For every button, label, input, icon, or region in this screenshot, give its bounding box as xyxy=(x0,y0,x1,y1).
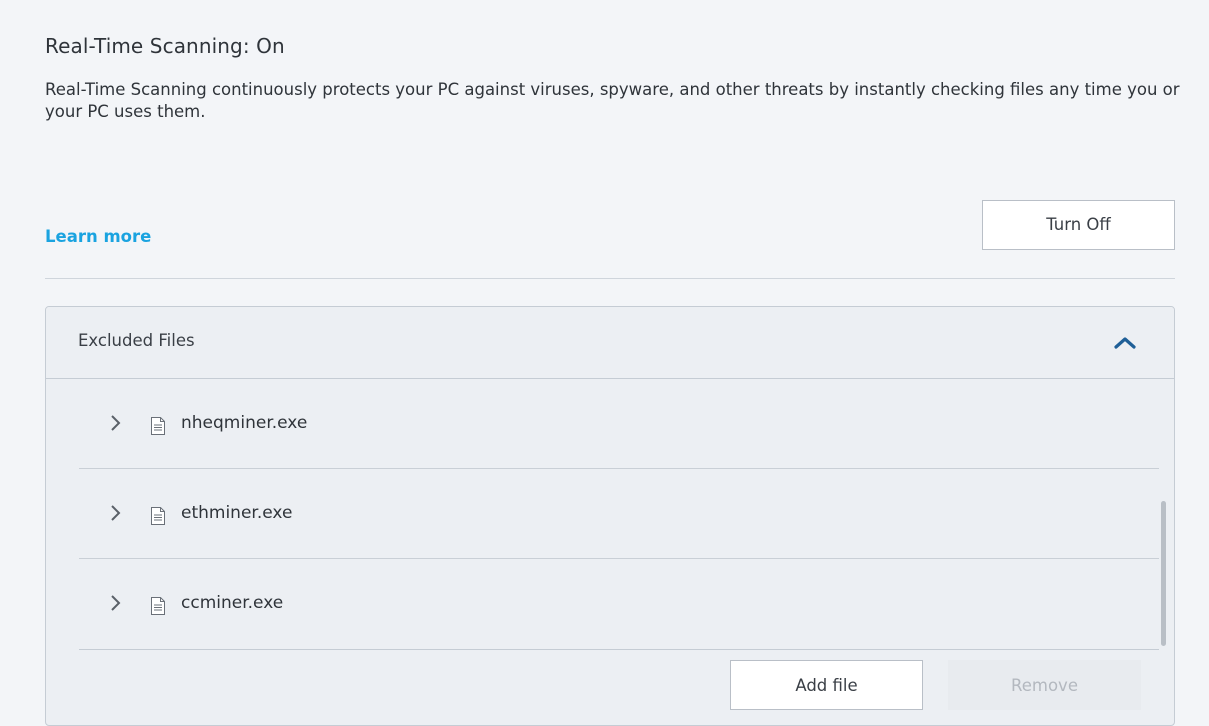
add-file-button[interactable]: Add file xyxy=(730,660,923,710)
file-name: ccminer.exe xyxy=(181,593,284,613)
scrollbar-thumb[interactable] xyxy=(1161,501,1166,646)
file-icon xyxy=(151,417,165,435)
list-item[interactable]: ethminer.exe xyxy=(79,469,1159,559)
chevron-up-icon[interactable] xyxy=(1112,333,1138,353)
scanning-description: Real-Time Scanning continuously protects… xyxy=(45,80,1180,121)
list-item[interactable]: nheqminer.exe xyxy=(79,379,1159,469)
real-time-scanning-page: Real-Time Scanning: On Real-Time Scannin… xyxy=(0,0,1209,726)
chevron-right-icon[interactable] xyxy=(109,594,123,612)
chevron-right-icon[interactable] xyxy=(109,414,123,432)
excluded-files-header[interactable]: Excluded Files xyxy=(46,307,1174,379)
learn-more-link[interactable]: Learn more xyxy=(45,227,151,246)
list-footer-divider xyxy=(79,649,1159,650)
excluded-files-title: Excluded Files xyxy=(78,331,195,350)
remove-button[interactable]: Remove xyxy=(948,660,1141,710)
section-divider xyxy=(45,278,1175,279)
file-icon xyxy=(151,507,165,525)
page-title: Real-Time Scanning: On xyxy=(45,34,285,58)
file-name: ethminer.exe xyxy=(181,503,293,523)
list-item[interactable]: ccminer.exe xyxy=(79,559,1159,649)
excluded-files-panel: Excluded Files nheqminer.exe ethminer.ex… xyxy=(45,306,1175,726)
excluded-files-list: nheqminer.exe ethminer.exe ccminer.exe xyxy=(79,379,1159,649)
chevron-right-icon[interactable] xyxy=(109,504,123,522)
turn-off-button[interactable]: Turn Off xyxy=(982,200,1175,250)
file-name: nheqminer.exe xyxy=(181,413,308,433)
file-icon xyxy=(151,597,165,615)
